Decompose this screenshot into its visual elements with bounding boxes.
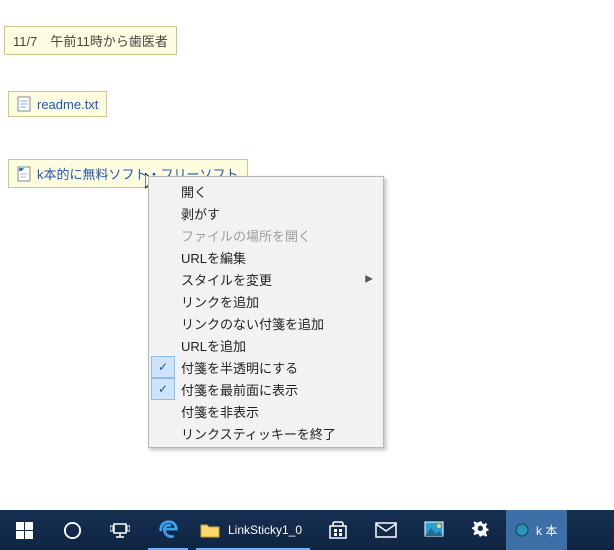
menu-label: ファイルの場所を開く: [181, 226, 311, 245]
app-icon: [514, 522, 530, 538]
explorer-folder-task[interactable]: LinkSticky1_0: [192, 510, 314, 550]
menu-item-exit[interactable]: リンクスティッキーを終了: [151, 422, 381, 444]
menu-label: 付箋を最前面に表示: [181, 380, 298, 399]
menu-label: 付箋を非表示: [181, 402, 259, 421]
menu-label: リンクのない付箋を追加: [181, 314, 324, 333]
web-link-icon: [17, 166, 31, 182]
text-file-icon: [17, 96, 31, 112]
menu-item-add-url[interactable]: URLを追加: [151, 334, 381, 356]
menu-item-change-style[interactable]: スタイルを変更 ▶: [151, 268, 381, 290]
menu-label: URLを追加: [181, 336, 246, 355]
menu-item-semi-transparent[interactable]: ✓ 付箋を半透明にする: [151, 356, 381, 378]
sticky-text: readme.txt: [37, 97, 98, 112]
store-button[interactable]: [314, 510, 362, 550]
folder-icon: [200, 522, 220, 538]
menu-item-peel[interactable]: 剥がす: [151, 202, 381, 224]
context-menu: 開く 剥がす ファイルの場所を開く URLを編集 スタイルを変更 ▶ リンクを追…: [148, 176, 384, 448]
folder-label: LinkSticky1_0: [228, 523, 302, 537]
menu-item-add-nolink-sticky[interactable]: リンクのない付箋を追加: [151, 312, 381, 334]
task-view-button[interactable]: [96, 510, 144, 550]
menu-label: 付箋を半透明にする: [181, 358, 298, 377]
check-icon: ✓: [151, 356, 175, 378]
start-button[interactable]: [0, 510, 48, 550]
mail-button[interactable]: [362, 510, 410, 550]
menu-label: リンクを追加: [181, 292, 259, 311]
menu-item-hide-sticky[interactable]: 付箋を非表示: [151, 400, 381, 422]
settings-button[interactable]: [458, 510, 506, 550]
chevron-right-icon: ▶: [365, 274, 373, 285]
sticky-note-readme[interactable]: readme.txt: [8, 91, 107, 117]
menu-label: リンクスティッキーを終了: [181, 424, 336, 443]
menu-label: 剥がす: [181, 204, 220, 223]
menu-label: 開く: [181, 182, 207, 201]
menu-item-add-link[interactable]: リンクを追加: [151, 290, 381, 312]
menu-label: スタイルを変更: [181, 270, 272, 289]
check-icon: ✓: [151, 378, 175, 400]
linksticky-task[interactable]: k 本: [506, 510, 567, 550]
menu-item-always-on-top[interactable]: ✓ 付箋を最前面に表示: [151, 378, 381, 400]
menu-item-edit-url[interactable]: URLを編集: [151, 246, 381, 268]
menu-item-open[interactable]: 開く: [151, 180, 381, 202]
menu-item-open-location: ファイルの場所を開く: [151, 224, 381, 246]
sticky-text: 11/7 午前11時から歯医者: [13, 31, 168, 50]
sticky-note-appointment[interactable]: 11/7 午前11時から歯医者: [4, 26, 177, 55]
edge-button[interactable]: [144, 510, 192, 550]
cortana-button[interactable]: [48, 510, 96, 550]
taskbar: LinkSticky1_0: [0, 510, 614, 550]
photos-button[interactable]: [410, 510, 458, 550]
app-label: k 本: [536, 522, 557, 539]
menu-label: URLを編集: [181, 248, 246, 267]
